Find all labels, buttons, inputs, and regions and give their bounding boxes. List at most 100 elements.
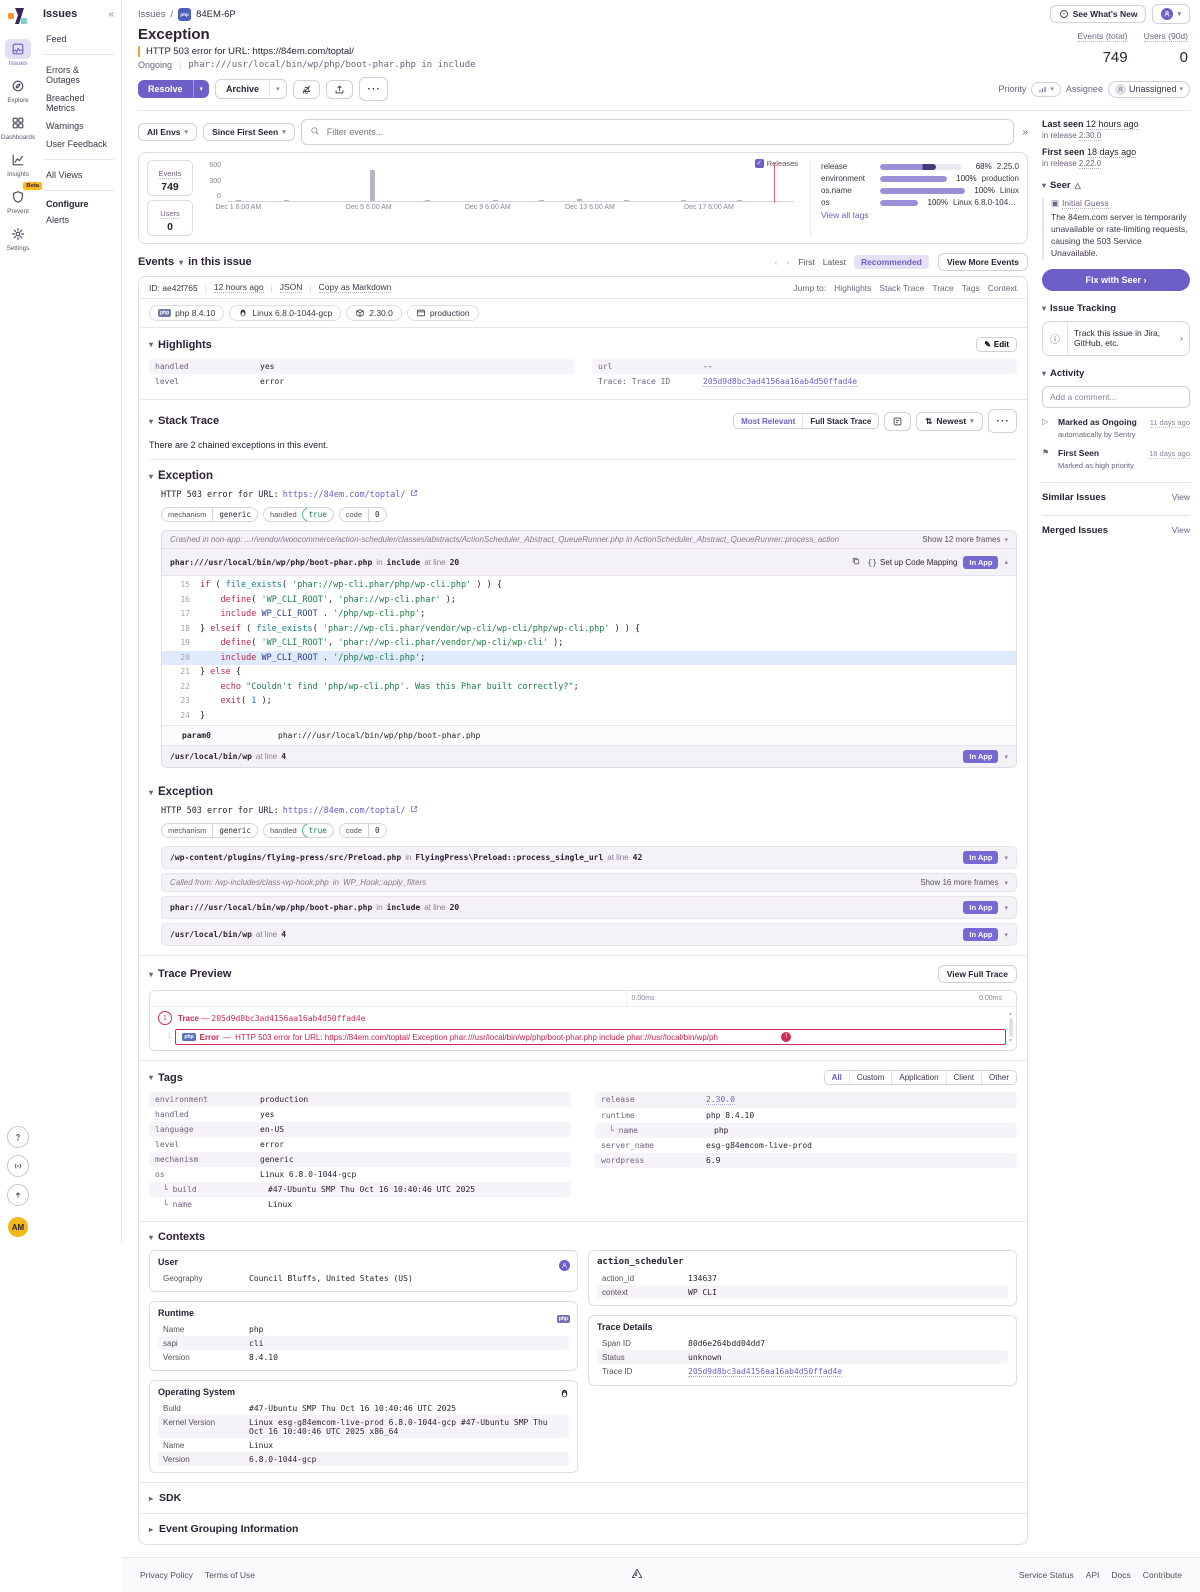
- section-sdk[interactable]: ▸SDK: [139, 1483, 1027, 1514]
- search-input[interactable]: [325, 126, 1006, 138]
- fix-with-seer-button[interactable]: Fix with Seer ›: [1042, 269, 1190, 291]
- last-seen-release-link[interactable]: 2.30.0: [1079, 131, 1101, 141]
- exception-1-header[interactable]: ▾Exception: [149, 470, 1017, 482]
- account-menu-button[interactable]: ▾: [1152, 4, 1190, 24]
- stack-frame-collapsed[interactable]: /usr/local/bin/wp at line 4 In App ▾: [162, 745, 1016, 767]
- external-link-icon[interactable]: [410, 805, 418, 816]
- comment-input[interactable]: [1042, 386, 1190, 408]
- sort-newest-dropdown[interactable]: ⇅ Newest▾: [916, 412, 982, 431]
- sidebar-item-feed[interactable]: Feed: [43, 30, 114, 48]
- date-range-filter[interactable]: Since First Seen▾: [203, 123, 295, 141]
- expand-frame-icon[interactable]: ▾: [1004, 753, 1008, 761]
- resolve-dropdown-icon[interactable]: ▾: [193, 80, 210, 98]
- footer-link-privacy-policy[interactable]: Privacy Policy: [140, 1570, 193, 1580]
- issue-status[interactable]: Ongoing: [138, 60, 172, 70]
- whats-new-button[interactable]: See What's New: [1050, 5, 1147, 23]
- view-all-tags-link[interactable]: View all tags: [821, 210, 1019, 220]
- share-icon[interactable]: [326, 80, 353, 99]
- sidebar-collapse-icon[interactable]: «: [108, 9, 114, 20]
- highlights-header[interactable]: ▾Highlights: [149, 339, 212, 351]
- event-chip-window[interactable]: production: [407, 305, 479, 321]
- view-more-events-button[interactable]: View More Events: [938, 253, 1028, 271]
- in-app-toggle[interactable]: In App: [963, 556, 998, 569]
- help-icon[interactable]: [7, 1126, 29, 1148]
- sidebar-item-errors-outages[interactable]: Errors & Outages: [43, 61, 114, 89]
- tag-filter-application[interactable]: Application: [891, 1071, 945, 1084]
- trace-root-row[interactable]: 1 Trace — 205d9d8bc3ad4156aa16ab4d50ffad…: [150, 1007, 1016, 1027]
- footer-link-docs[interactable]: Docs: [1111, 1570, 1130, 1580]
- exception-2-header[interactable]: ▾Exception: [149, 786, 1017, 798]
- prev-event-icon[interactable]: ‹: [775, 257, 778, 267]
- tags-header[interactable]: ▾Tags: [149, 1072, 183, 1084]
- contexts-header[interactable]: ▾Contexts: [149, 1231, 205, 1243]
- graph-events-stat[interactable]: Events 749: [147, 160, 193, 196]
- rail-item-insights[interactable]: Insights: [1, 150, 35, 178]
- trace-preview-header[interactable]: ▾Trace Preview: [149, 968, 231, 980]
- show-more-frames-link[interactable]: Show 16 more frames: [920, 878, 998, 887]
- event-histogram[interactable]: ✓ Releases 6003000 Dec 1 6:00 AMDec 5 6:…: [203, 160, 800, 236]
- show-more-frames-1[interactable]: Show 12 more frames▾: [922, 535, 1008, 544]
- raw-stacktrace-icon[interactable]: [884, 412, 911, 431]
- sidebar-item-alerts[interactable]: Alerts: [43, 211, 114, 229]
- expand-frame-icon[interactable]: ▾: [1004, 879, 1008, 887]
- rail-item-issues[interactable]: Issues: [1, 39, 35, 67]
- activity-time[interactable]: 18 days ago: [1149, 449, 1190, 459]
- event-timestamp[interactable]: 12 hours ago: [214, 282, 264, 293]
- next-event-icon[interactable]: ›: [786, 257, 789, 267]
- rail-item-prevent[interactable]: BetaPrevent: [1, 187, 35, 215]
- stacktrace-header[interactable]: ▾Stack Trace: [149, 415, 219, 427]
- exception-1-url-link[interactable]: https://84em.com/toptal/: [283, 490, 406, 500]
- assignee-dropdown[interactable]: Unassigned ▾: [1108, 81, 1190, 98]
- setup-code-mapping-link[interactable]: {}Set up Code Mapping: [867, 558, 957, 567]
- external-link-icon[interactable]: [410, 489, 418, 500]
- code-line[interactable]: 18} elseif ( file_exists( 'phar://wp-cli…: [162, 622, 1016, 637]
- stack-frame[interactable]: /usr/local/bin/wpat line4In App▾: [161, 923, 1017, 946]
- code-line-active[interactable]: 20 include WP_CLI_ROOT . '/php/wp-cli.ph…: [162, 651, 1016, 666]
- footer-link-terms-of-use[interactable]: Terms of Use: [205, 1570, 255, 1580]
- activity-header[interactable]: ▾Activity: [1042, 368, 1190, 379]
- code-line[interactable]: 22 echo "Couldn't find 'php/wp-cli.php'.…: [162, 680, 1016, 695]
- stack-frame-active[interactable]: phar:///usr/local/bin/wp/php/boot-phar.p…: [162, 548, 1016, 575]
- code-line[interactable]: 23 exit( 1 );: [162, 694, 1016, 709]
- first-seen-value[interactable]: 18 days ago: [1087, 147, 1136, 158]
- stack-frame[interactable]: phar:///usr/local/bin/wp/php/boot-phar.p…: [161, 896, 1017, 919]
- jump-link-highlights[interactable]: Highlights: [834, 283, 871, 293]
- code-line[interactable]: 16 define( 'WP_CLI_ROOT', 'phar://wp-cli…: [162, 593, 1016, 608]
- sidebar-item-warnings[interactable]: Warnings: [43, 117, 114, 135]
- footer-link-contribute[interactable]: Contribute: [1143, 1570, 1182, 1580]
- expand-frame-icon[interactable]: ▾: [1004, 931, 1008, 939]
- tag-filter-all[interactable]: All: [825, 1071, 849, 1084]
- jump-link-context[interactable]: Context: [988, 283, 1017, 293]
- resolve-button[interactable]: Resolve: [138, 80, 193, 98]
- section-event-grouping-information[interactable]: ▸Event Grouping Information: [139, 1514, 1027, 1544]
- expand-frame-icon[interactable]: ▾: [1004, 854, 1008, 862]
- mute-bell-icon[interactable]: [293, 80, 320, 99]
- tag-value[interactable]: 205d9d8bc3ad4156aa16ab4d50ffad4e: [703, 377, 857, 387]
- in-app-toggle[interactable]: In App: [963, 901, 998, 914]
- trace-scrollbar[interactable]: ▲▼: [1007, 1011, 1014, 1044]
- sidebar-item-breached-metrics[interactable]: Breached Metrics: [43, 89, 114, 117]
- first-seen-release-link[interactable]: 2.22.0: [1079, 159, 1101, 169]
- issue-tracking-card[interactable]: ⓘ Track this issue in Jira, GitHub, etc.…: [1042, 321, 1190, 356]
- context-value[interactable]: 205d9d8bc3ad4156aa16ab4d50ffad4e: [688, 1367, 842, 1377]
- archive-button[interactable]: Archive: [215, 79, 269, 99]
- sidebar-item-all-views[interactable]: All Views: [43, 166, 114, 184]
- rail-item-explore[interactable]: Explore: [1, 76, 35, 104]
- initial-guess-link[interactable]: Initial Guess: [1062, 198, 1109, 209]
- expand-panel-icon[interactable]: »: [1022, 127, 1028, 138]
- footer-link-api[interactable]: API: [1086, 1570, 1100, 1580]
- upload-arrow-icon[interactable]: [7, 1184, 29, 1206]
- legend-row-os[interactable]: os100%Linux 6.8.0-1044-g...: [821, 198, 1019, 207]
- graph-users-stat[interactable]: Users 0: [147, 200, 193, 236]
- jump-link-tags[interactable]: Tags: [962, 283, 980, 293]
- environment-filter[interactable]: All Envs▾: [138, 123, 197, 141]
- more-options-icon[interactable]: ⋯: [359, 77, 388, 101]
- rail-item-dashboards[interactable]: Dashboards: [1, 113, 35, 141]
- stack-frame[interactable]: Called from: /wp-includes/class-wp-hook.…: [161, 873, 1017, 892]
- copy-markdown-link[interactable]: Copy as Markdown: [319, 282, 392, 293]
- event-chip-php[interactable]: phpphp 8.4.10: [149, 305, 224, 321]
- toggle-full-stack-trace[interactable]: Full Stack Trace: [802, 414, 878, 428]
- users-label[interactable]: Users (90d): [1144, 31, 1188, 42]
- tag-filter-client[interactable]: Client: [946, 1071, 981, 1084]
- stack-frame[interactable]: /wp-content/plugins/flying-press/src/Pre…: [161, 846, 1017, 869]
